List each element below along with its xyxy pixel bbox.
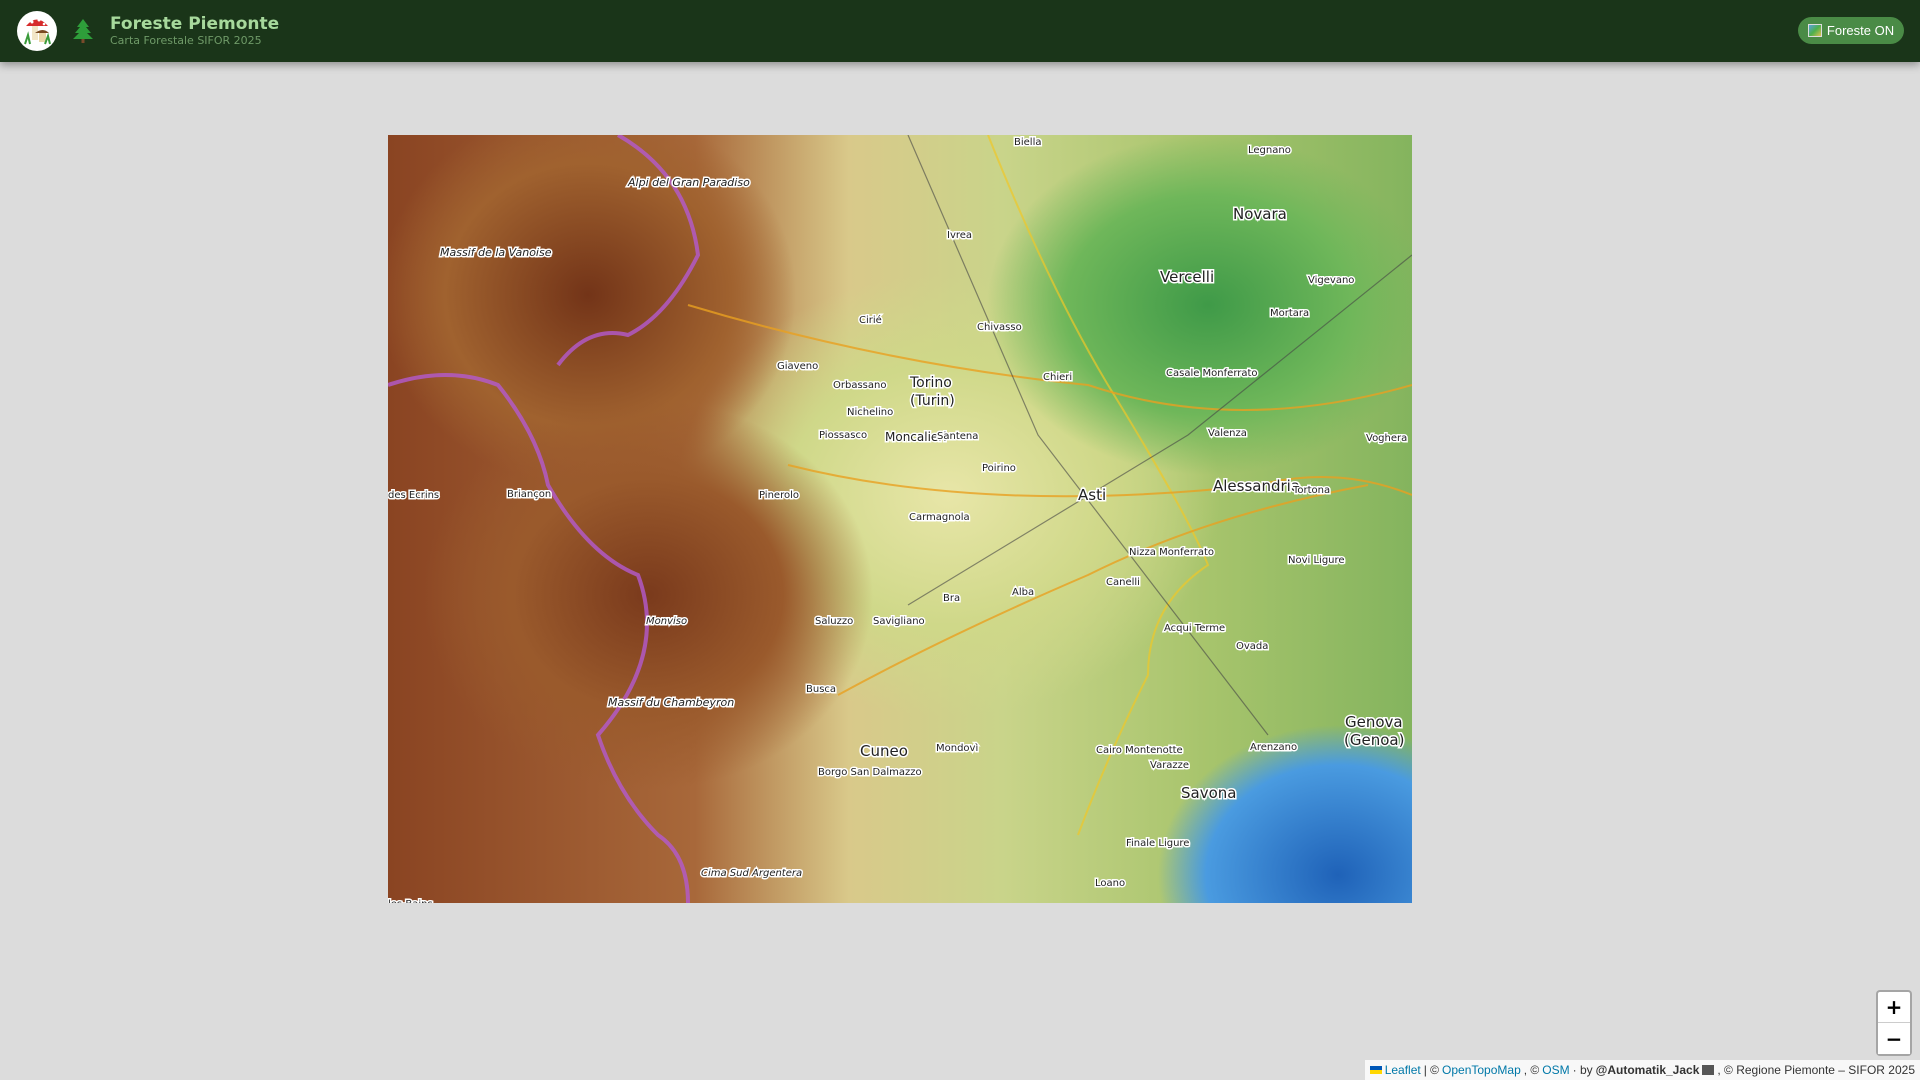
map-label: Cairo Montenotte	[1096, 745, 1183, 756]
map-label: (Genoa)	[1344, 731, 1404, 749]
map-label: Massif de la Vanoise	[440, 246, 552, 259]
map-label: Arenzano	[1250, 742, 1297, 753]
attribution-separator: , ©	[1523, 1063, 1540, 1077]
map-tiles[interactable]: Torino (Turin) Asti Alessandria Cuneo Vercell…	[388, 135, 1412, 903]
toggle-label: Foreste ON	[1826, 23, 1895, 38]
map-label: Acqui Terme	[1164, 623, 1225, 634]
map-label: Voghera	[1366, 433, 1407, 444]
app-title: Foreste Piemonte	[110, 14, 280, 34]
map-label: Ovada	[1236, 641, 1268, 652]
forest-layer-toggle[interactable]: Foreste ON	[1798, 17, 1904, 44]
map-label: Alessandria	[1213, 477, 1300, 495]
map-label: Nizza Monferrato	[1129, 547, 1214, 558]
map-label: Mondovì	[936, 742, 978, 754]
map-label: Savigliano	[873, 616, 925, 627]
map-label: Savona	[1181, 784, 1236, 802]
map-label: Casale Monferrato	[1166, 368, 1258, 379]
zoom-in-button[interactable]: +	[1878, 992, 1910, 1023]
map-label: Vigevano	[1308, 275, 1354, 286]
map-label: Novi Ligure	[1288, 555, 1345, 566]
attribution-separator: | ©	[1423, 1063, 1440, 1077]
attribution-by: · by	[1572, 1063, 1593, 1077]
opentopomap-link[interactable]: OpenTopoMap	[1442, 1060, 1521, 1080]
ukraine-flag-icon	[1369, 1066, 1382, 1074]
map-label: Alba	[1012, 587, 1034, 598]
zoom-control: + −	[1876, 990, 1912, 1056]
attribution-rest: , © Regione Piemonte – SIFOR 2025	[1717, 1063, 1915, 1077]
tree-icon	[72, 18, 94, 48]
map-label: Valenza	[1208, 428, 1247, 439]
map-overlay: Torino (Turin) Asti Alessandria Cuneo Vercell…	[388, 135, 1412, 903]
map-label: Biella	[1014, 137, 1041, 148]
map-label: Saluzzo	[815, 616, 853, 627]
map-attribution: Leaflet | © OpenTopoMap , © OSM · by @Au…	[1364, 1060, 1920, 1080]
map-label: Monviso	[646, 616, 687, 627]
map-label: Ivrea	[947, 230, 972, 241]
map-icon	[1807, 24, 1822, 37]
leaflet-link[interactable]: Leaflet	[1385, 1060, 1421, 1080]
map-label: Busca	[806, 684, 836, 695]
map-label: Nichelino	[847, 407, 893, 418]
map-label: Santena	[937, 431, 978, 442]
map-label: Borgo San Dalmazzo	[818, 767, 922, 778]
map-label: Pinerolo	[759, 490, 799, 501]
app-subtitle: Carta Forestale SIFOR 2025	[110, 34, 262, 47]
map-label: Mortara	[1270, 308, 1309, 319]
map-label: Novara	[1233, 205, 1287, 223]
app-header: Foreste Piemonte Carta Forestale SIFOR 2…	[0, 0, 1920, 62]
map-label: Cuneo	[860, 742, 908, 760]
map-label: Genova	[1345, 713, 1403, 731]
map-label: des Ecrins	[388, 490, 439, 501]
map-label: Carmagnola	[909, 512, 970, 523]
mushroom-logo	[17, 11, 57, 51]
map-label: Asti	[1078, 486, 1106, 504]
map-label: Giaveno	[777, 361, 818, 372]
map-label: Chieri	[1043, 372, 1072, 383]
zoom-out-button[interactable]: −	[1878, 1023, 1910, 1054]
map-label: les-Bains	[388, 899, 433, 903]
map-label: Finale Ligure	[1126, 838, 1189, 849]
map-label: Briançon	[507, 489, 551, 500]
map-label: Alpi del Gran Paradiso	[627, 176, 750, 189]
map-label: Vercelli	[1160, 268, 1214, 286]
map-label: Massif du Chambeyron	[608, 696, 734, 709]
map-label: Loano	[1095, 878, 1125, 889]
map-label: Tortona	[1292, 485, 1330, 496]
map-label: Cima Sud Argentera	[701, 868, 802, 879]
map-label: (Turin)	[910, 393, 955, 409]
author-name: @Automatik_Jack	[1595, 1063, 1700, 1077]
pirate-flag-icon	[1702, 1065, 1715, 1075]
map-label: Varazze	[1150, 760, 1189, 771]
map-label: Bra	[943, 593, 960, 604]
map-label: Chivasso	[977, 322, 1022, 333]
map-label: Orbassano	[833, 380, 886, 391]
map-label: Torino	[909, 375, 952, 391]
map-label: Poirino	[982, 463, 1016, 474]
map-label: Canelli	[1106, 577, 1140, 588]
osm-link[interactable]: OSM	[1542, 1060, 1569, 1080]
map-label: Cirié	[859, 314, 882, 326]
map-label: Legnano	[1248, 145, 1291, 156]
map-label: Piossasco	[819, 430, 867, 441]
